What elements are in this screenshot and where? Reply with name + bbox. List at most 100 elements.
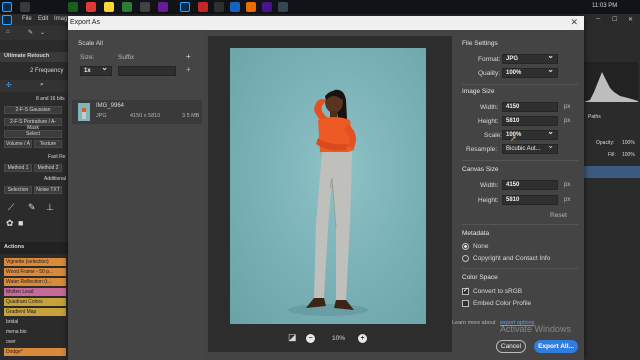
reset-button[interactable]: Reset	[550, 212, 567, 219]
add-scale-icon[interactable]: +	[186, 52, 191, 61]
file-dimensions: 4150 x 5810	[130, 113, 161, 119]
app-icon[interactable]	[122, 2, 132, 12]
histogram	[584, 62, 638, 102]
action-item[interactable]: over	[4, 338, 66, 346]
layer-row-selected[interactable]	[582, 166, 640, 178]
resample-select[interactable]: Bicubic Aut...	[502, 142, 558, 154]
size-label: Size:	[80, 54, 95, 61]
action-item[interactable]: Water Reflection (t...	[4, 278, 66, 286]
file-format: JPG	[96, 113, 107, 119]
app-icon[interactable]	[68, 2, 78, 12]
fill-value[interactable]: 100%	[622, 152, 635, 158]
canvas-width-input[interactable]: 4150	[502, 180, 558, 190]
settings-icon[interactable]: ✿	[6, 218, 14, 229]
selection-button[interactable]: Selection	[4, 186, 32, 194]
fill-label: Fill:	[608, 152, 616, 158]
method1-button[interactable]: Method 1	[4, 164, 32, 172]
panel-tab[interactable]: Ultimate Retouch	[0, 52, 68, 62]
stamp-icon[interactable]: ⊥	[46, 202, 54, 213]
remove-scale-icon[interactable]: +	[186, 65, 191, 74]
search-icon[interactable]: ⌕	[40, 81, 44, 89]
convert-srgb-checkbox[interactable]	[462, 286, 469, 295]
menu-file[interactable]: File	[22, 16, 32, 22]
resample-label: Resample:	[466, 146, 498, 153]
suffix-label: Suffix	[118, 54, 135, 61]
preview-area: ◪ − 10% +	[208, 36, 452, 352]
brush-tool-icon[interactable]: ✎	[28, 202, 36, 213]
canvas-height-input[interactable]: 5810	[502, 195, 558, 205]
export-all-button[interactable]: Export All...	[534, 340, 578, 353]
zoom-out-icon[interactable]: −	[306, 334, 315, 343]
zoom-in-icon[interactable]: +	[358, 334, 367, 343]
action-item[interactable]: Gradient Map	[4, 308, 66, 316]
noise-button[interactable]: Noise TXT	[34, 186, 62, 194]
app-icon[interactable]	[140, 2, 150, 12]
paths-tab[interactable]: Paths	[588, 114, 601, 120]
file-thumbnail	[78, 103, 90, 121]
image-width-input[interactable]: 4150	[502, 102, 558, 112]
app-icon[interactable]	[246, 2, 256, 12]
action-item[interactable]: Quadrant Colors	[4, 298, 66, 306]
portraiture-button[interactable]: 2-F-S Portraiture / A-Mask	[4, 118, 62, 131]
layers-panel: Paths Opacity: 100% Fill: 100%	[582, 26, 640, 360]
action-item[interactable]: bridal	[4, 318, 66, 326]
volume-button[interactable]: Volume / A	[4, 140, 32, 148]
photoshop-icon[interactable]	[2, 2, 12, 12]
fast-label: Fast Re	[48, 154, 66, 160]
opacity-value[interactable]: 100%	[622, 140, 635, 146]
photoshop-taskbar-icon[interactable]	[180, 2, 190, 12]
texture-button[interactable]: Texture	[34, 140, 62, 148]
scale-all-heading: Scale All	[78, 40, 103, 47]
tool-row: ✣ ⌕	[0, 80, 68, 92]
preview-image[interactable]	[230, 48, 426, 324]
taskbar-clock: 11:03 PM	[592, 3, 618, 9]
gaussian-button[interactable]: 2-F-S Gaussian	[4, 106, 62, 114]
chevron-down-icon[interactable]: ⌄	[40, 29, 45, 36]
tool-icon[interactable]: ✣	[6, 81, 11, 89]
action-item[interactable]: Molten Lead	[4, 288, 66, 296]
window-maximize-icon[interactable]: ☐	[612, 16, 617, 23]
image-height-input[interactable]: 5810	[502, 116, 558, 126]
divider	[462, 268, 578, 269]
fit-to-view-icon[interactable]: ◪	[288, 332, 297, 343]
select-button[interactable]: Select	[4, 130, 62, 138]
format-select[interactable]: JPG	[502, 52, 558, 64]
brush-icon[interactable]: ✎	[28, 29, 33, 36]
action-item[interactable]: Dodge*	[4, 348, 66, 356]
app-icon[interactable]	[104, 2, 114, 12]
action-item[interactable]: Vignette (selection)	[4, 258, 66, 266]
embed-profile-checkbox[interactable]	[462, 300, 469, 307]
menu-edit[interactable]: Edit	[38, 16, 48, 22]
home-icon[interactable]: ⌂	[6, 29, 10, 35]
window-minimize-icon[interactable]: ─	[596, 16, 600, 22]
quality-select[interactable]: 100%	[502, 66, 558, 78]
menu-image[interactable]: Imag	[54, 16, 67, 22]
app-icon[interactable]	[278, 2, 288, 12]
size-select[interactable]: 1x	[80, 64, 112, 76]
pen-icon[interactable]: ⟋	[8, 202, 14, 213]
method2-button[interactable]: Method 2	[34, 164, 62, 172]
app-icon[interactable]	[214, 2, 224, 12]
app-icon[interactable]	[158, 2, 168, 12]
opacity-label: Opacity:	[596, 140, 615, 146]
swatch-icon[interactable]: ■	[18, 218, 23, 228]
close-icon[interactable]: ✕	[570, 17, 578, 28]
metadata-none-radio[interactable]	[462, 243, 469, 250]
cancel-button[interactable]: Cancel	[496, 340, 526, 353]
metadata-copyright-radio[interactable]	[462, 255, 469, 262]
action-item[interactable]: mena bio	[4, 328, 66, 336]
mouse-cursor-icon: ➚	[510, 134, 517, 143]
app-icon[interactable]	[86, 2, 96, 12]
action-item[interactable]: Wood Frame - 50 p...	[4, 268, 66, 276]
app-icon[interactable]	[20, 2, 30, 12]
app-icon[interactable]	[230, 2, 240, 12]
app-icon[interactable]	[198, 2, 208, 12]
image-width-label: Width:	[480, 104, 499, 111]
ps-logo-icon	[2, 15, 12, 25]
tool-icons-row: ⟋ ✎ ⊥ ✿ ■	[0, 200, 68, 234]
suffix-input[interactable]	[118, 66, 176, 76]
window-close-icon[interactable]: ✕	[628, 16, 633, 23]
app-icon[interactable]	[262, 2, 272, 12]
quality-label: Quality:	[478, 70, 501, 77]
file-item[interactable]: IMG_9964 JPG 4150 x 5810 3.5 MB	[72, 100, 202, 124]
